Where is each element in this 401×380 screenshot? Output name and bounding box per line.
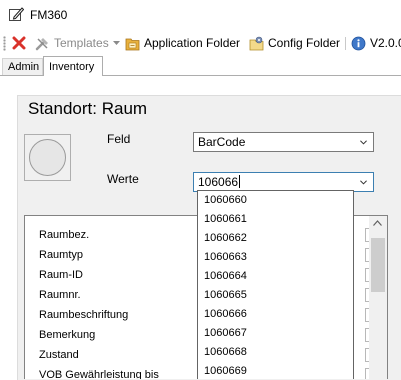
- werte-input[interactable]: 106066: [193, 172, 374, 192]
- dropdown-option[interactable]: 1060662: [204, 232, 247, 244]
- dropdown-option[interactable]: 1060661: [204, 213, 247, 225]
- version-label: V2.0.0: [370, 36, 401, 50]
- dropdown-option[interactable]: 1060666: [204, 308, 247, 320]
- title-bar: FM360: [0, 0, 401, 30]
- grid-row-label: Bemerkung: [39, 329, 96, 341]
- toolbar-grip[interactable]: [3, 36, 6, 51]
- config-folder-button[interactable]: Config Folder: [249, 35, 340, 51]
- toolbar: Templates Application Folder Config Fold…: [0, 30, 401, 56]
- chevron-down-icon: [360, 140, 367, 145]
- info-globe-icon: [351, 36, 366, 50]
- tab-inventory[interactable]: Inventory: [43, 56, 103, 76]
- placeholder-circle-icon: [29, 139, 66, 176]
- dropdown-option[interactable]: 1060664: [204, 270, 247, 282]
- dropdown-option[interactable]: 1060669: [204, 365, 247, 377]
- tab-admin[interactable]: Admin: [2, 58, 43, 75]
- grid-row-label: Raumbeschriftung: [39, 309, 129, 321]
- dropdown-option[interactable]: 1060663: [204, 251, 247, 263]
- config-folder-icon: [249, 36, 264, 50]
- grid-row-label: Raumtyp: [39, 249, 84, 261]
- dropdown-option[interactable]: 1060667: [204, 327, 247, 339]
- grid-row-label: Raumbez.: [39, 229, 90, 241]
- application-folder-label: Application Folder: [144, 36, 241, 50]
- grid-row-label: Zustand: [39, 349, 79, 361]
- tab-inventory-label: Inventory: [49, 61, 95, 73]
- dropdown-option[interactable]: 1060665: [204, 289, 247, 301]
- version-button[interactable]: V2.0.0: [351, 35, 401, 51]
- grid-row-label: Raumnr.: [39, 289, 81, 301]
- grid-row-label: Raum-ID: [39, 269, 84, 281]
- text-caret: [239, 175, 241, 188]
- chevron-down-icon: [360, 180, 367, 185]
- templates-label: Templates: [54, 36, 109, 50]
- templates-button[interactable]: Templates: [35, 35, 120, 51]
- application-folder-button[interactable]: Application Folder: [125, 35, 240, 51]
- tab-admin-label: Admin: [8, 61, 40, 73]
- scroll-up-arrow-icon[interactable]: [373, 220, 382, 226]
- werte-label: Werte: [107, 172, 139, 186]
- dropdown-arrow-icon: [112, 40, 120, 45]
- grid-row-label: VOB Gewährleistung bis: [39, 369, 159, 379]
- feld-select[interactable]: BarCode: [193, 132, 374, 152]
- window-title: FM360: [30, 8, 68, 22]
- delete-button[interactable]: [12, 35, 26, 51]
- scroll-thumb[interactable]: [371, 238, 385, 292]
- app-pencil-icon: [8, 6, 25, 22]
- tab-strip: Admin Inventory: [0, 56, 401, 76]
- grid-scrollbar[interactable]: [369, 216, 387, 379]
- image-placeholder[interactable]: [24, 134, 71, 181]
- werte-dropdown-list[interactable]: 1060660 1060661 1060662 1060663 1060664 …: [197, 190, 354, 379]
- feld-value: BarCode: [198, 135, 246, 149]
- toolbar-separator: [345, 37, 346, 50]
- red-x-icon: [12, 36, 26, 50]
- feld-label: Feld: [107, 132, 131, 146]
- page-title: Standort: Raum: [28, 99, 148, 118]
- tools-icon: [35, 37, 48, 50]
- config-folder-label: Config Folder: [268, 36, 341, 50]
- dropdown-option[interactable]: 1060660: [204, 194, 247, 206]
- application-folder-icon: [125, 38, 140, 50]
- dropdown-option[interactable]: 1060668: [204, 346, 247, 358]
- werte-value: 106066: [198, 175, 239, 189]
